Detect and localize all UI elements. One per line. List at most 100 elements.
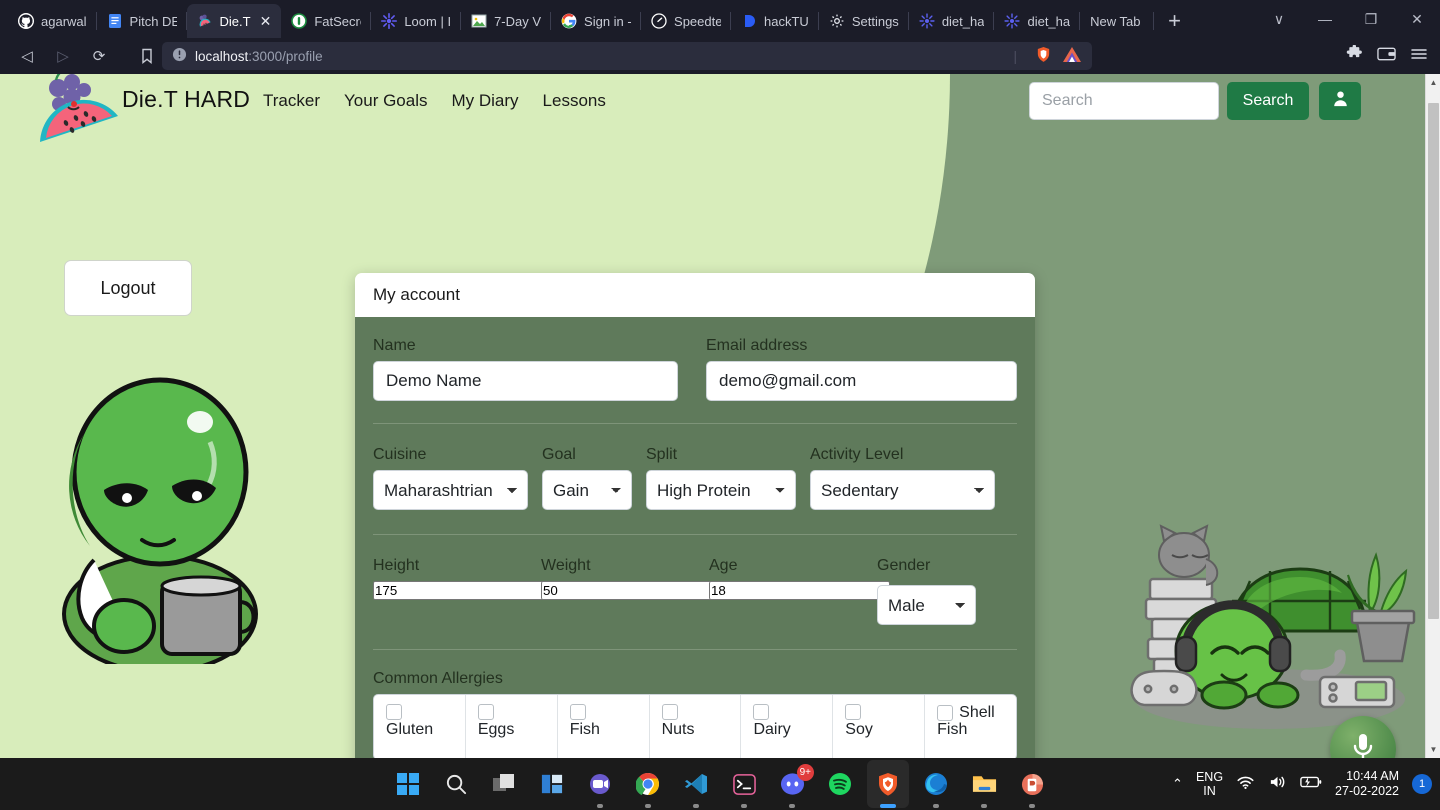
- allergy-label: Nuts: [662, 722, 741, 739]
- brave-shields-icon[interactable]: [1035, 46, 1052, 66]
- scrollbar-thumb[interactable]: [1428, 103, 1439, 619]
- sleeping-turtle-mascot: [1120, 519, 1420, 734]
- cuisine-field-group: Cuisine Maharashtrian: [373, 446, 528, 510]
- browser-tab[interactable]: FatSecret: [281, 4, 371, 38]
- chrome-button[interactable]: [633, 769, 663, 799]
- minimize-button[interactable]: —: [1302, 0, 1348, 38]
- puzzle-icon[interactable]: [1346, 45, 1363, 67]
- discord-button[interactable]: 9+: [777, 769, 807, 799]
- diet-hard-icon: [197, 13, 213, 29]
- split-label: Split: [646, 446, 796, 464]
- brave-rewards-icon[interactable]: [1062, 46, 1082, 66]
- checkbox-nuts[interactable]: [662, 704, 678, 720]
- nav-link-your-goals[interactable]: Your Goals: [344, 91, 427, 111]
- widgets-button[interactable]: [537, 769, 567, 799]
- scroll-down-arrow[interactable]: ▼: [1426, 741, 1440, 758]
- brave-button[interactable]: [873, 769, 903, 799]
- allergy-option[interactable]: Shell Fish: [925, 695, 1016, 758]
- browser-tab[interactable]: agarwal: [8, 4, 97, 38]
- allergy-option[interactable]: Fish: [558, 695, 650, 758]
- name-input[interactable]: [373, 361, 678, 401]
- search-button[interactable]: [441, 769, 471, 799]
- browser-tab[interactable]: Speedte: [641, 4, 731, 38]
- allergy-option[interactable]: Eggs: [466, 695, 558, 758]
- age-input[interactable]: [709, 581, 890, 600]
- cuisine-select[interactable]: Maharashtrian: [373, 470, 528, 510]
- browser-tab[interactable]: diet_ha: [994, 4, 1080, 38]
- maximize-button[interactable]: ❐: [1348, 0, 1394, 38]
- browser-tab[interactable]: 7-Day V: [461, 4, 551, 38]
- wifi-icon[interactable]: [1236, 774, 1255, 795]
- checkbox-fish[interactable]: [570, 704, 586, 720]
- browser-tab[interactable]: Pitch DE: [97, 4, 187, 38]
- weight-input[interactable]: [541, 581, 722, 600]
- email-label: Email address: [706, 337, 1017, 355]
- close-window-button[interactable]: ✕: [1394, 0, 1440, 38]
- scroll-up-arrow[interactable]: ▲: [1426, 74, 1440, 91]
- notification-center-button[interactable]: 1: [1412, 774, 1432, 794]
- wallet-icon[interactable]: [1377, 46, 1396, 67]
- divider: [373, 534, 1017, 535]
- checkbox-soy[interactable]: [845, 704, 861, 720]
- task-view-button[interactable]: [489, 769, 519, 799]
- tab-search-icon[interactable]: ∨: [1256, 0, 1302, 38]
- hamburger-icon[interactable]: [1410, 46, 1428, 67]
- forward-button[interactable]: ▷: [48, 42, 78, 70]
- nav-link-tracker[interactable]: Tracker: [263, 91, 320, 111]
- browser-tab[interactable]: Settings: [819, 4, 909, 38]
- checkbox-dairy[interactable]: [753, 704, 769, 720]
- bookmark-icon[interactable]: [132, 42, 162, 70]
- browser-tab[interactable]: diet_ha: [909, 4, 995, 38]
- logout-button[interactable]: Logout: [64, 260, 192, 316]
- search-button[interactable]: Search: [1227, 82, 1309, 120]
- browser-tab[interactable]: Sign in -: [551, 4, 641, 38]
- start-button[interactable]: [393, 769, 423, 799]
- teams-button[interactable]: [585, 769, 615, 799]
- reload-button[interactable]: ⟳: [84, 42, 114, 70]
- divider: [373, 649, 1017, 650]
- file-explorer-button[interactable]: [969, 769, 999, 799]
- checkbox-shell-fish[interactable]: [937, 705, 953, 721]
- fatsecret-icon: [291, 13, 307, 29]
- volume-icon[interactable]: [1268, 774, 1287, 795]
- close-icon[interactable]: ✕: [260, 14, 272, 28]
- gender-field-group: Gender Male: [877, 557, 977, 625]
- powerpoint-button[interactable]: [1017, 769, 1047, 799]
- nav-link-my-diary[interactable]: My Diary: [451, 91, 518, 111]
- terminal-button[interactable]: [729, 769, 759, 799]
- allergy-label: Gluten: [386, 722, 465, 739]
- edge-button[interactable]: [921, 769, 951, 799]
- nav-link-lessons[interactable]: Lessons: [543, 91, 606, 111]
- browser-tab-active[interactable]: Die.T ✕: [187, 4, 282, 38]
- email-input[interactable]: [706, 361, 1017, 401]
- browser-tab[interactable]: Loom | I: [371, 4, 461, 38]
- spotify-button[interactable]: [825, 769, 855, 799]
- allergy-option[interactable]: Soy: [833, 695, 925, 758]
- height-input[interactable]: [373, 581, 554, 600]
- clock[interactable]: 10:44 AM 27-02-2022: [1335, 769, 1399, 799]
- goal-select[interactable]: Gain: [542, 470, 632, 510]
- language-indicator[interactable]: ENG IN: [1196, 770, 1223, 799]
- info-icon[interactable]: [172, 47, 187, 65]
- url-host: localhost: [195, 49, 248, 64]
- allergy-option[interactable]: Gluten: [374, 695, 466, 758]
- gender-select[interactable]: Male: [877, 585, 976, 625]
- allergy-option[interactable]: Dairy: [741, 695, 833, 758]
- new-tab-button[interactable]: +: [1154, 4, 1195, 38]
- address-bar[interactable]: localhost:3000/profile |: [162, 42, 1092, 70]
- tray-overflow-button[interactable]: ⌃: [1172, 776, 1183, 792]
- activity-level-select[interactable]: Sedentary: [810, 470, 995, 510]
- battery-charging-icon[interactable]: [1300, 775, 1322, 794]
- running-indicator: [1029, 804, 1035, 808]
- profile-button[interactable]: [1319, 82, 1361, 120]
- browser-tab[interactable]: hackTU: [731, 4, 819, 38]
- search-input[interactable]: Search: [1029, 82, 1219, 120]
- checkbox-eggs[interactable]: [478, 704, 494, 720]
- vscode-button[interactable]: [681, 769, 711, 799]
- page-scrollbar[interactable]: ▲ ▼: [1425, 74, 1440, 758]
- checkbox-gluten[interactable]: [386, 704, 402, 720]
- browser-tab[interactable]: New Tab: [1080, 4, 1154, 38]
- allergy-option[interactable]: Nuts: [650, 695, 742, 758]
- split-select[interactable]: High Protein: [646, 470, 796, 510]
- back-button[interactable]: ◁: [12, 42, 42, 70]
